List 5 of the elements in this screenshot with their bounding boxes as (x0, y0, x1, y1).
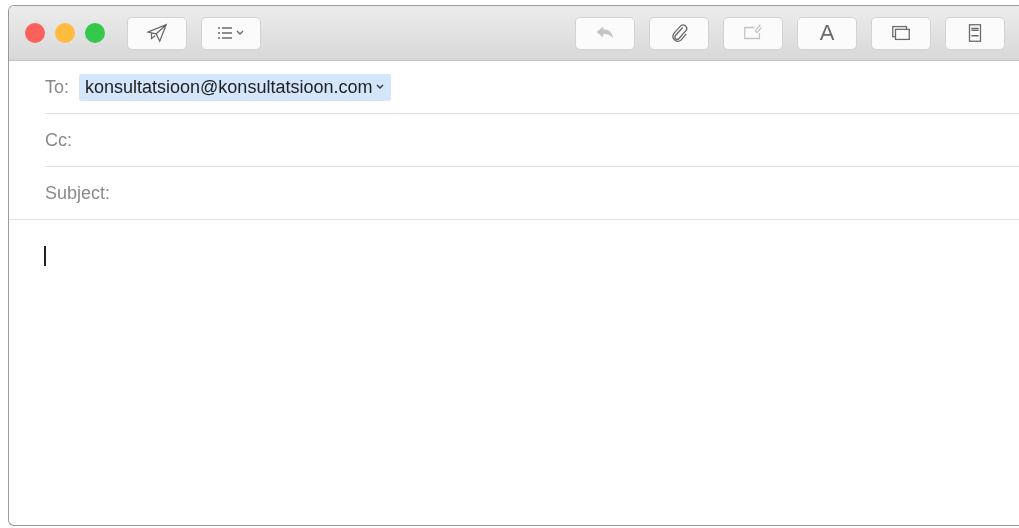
field-label: Subject: (45, 182, 111, 204)
field-label: To: (45, 76, 69, 98)
field-label: Cc: (45, 129, 72, 151)
recipient-token[interactable]: konsultatsioon@konsultatsioon.com (79, 73, 392, 101)
font-button[interactable]: A (797, 16, 857, 50)
